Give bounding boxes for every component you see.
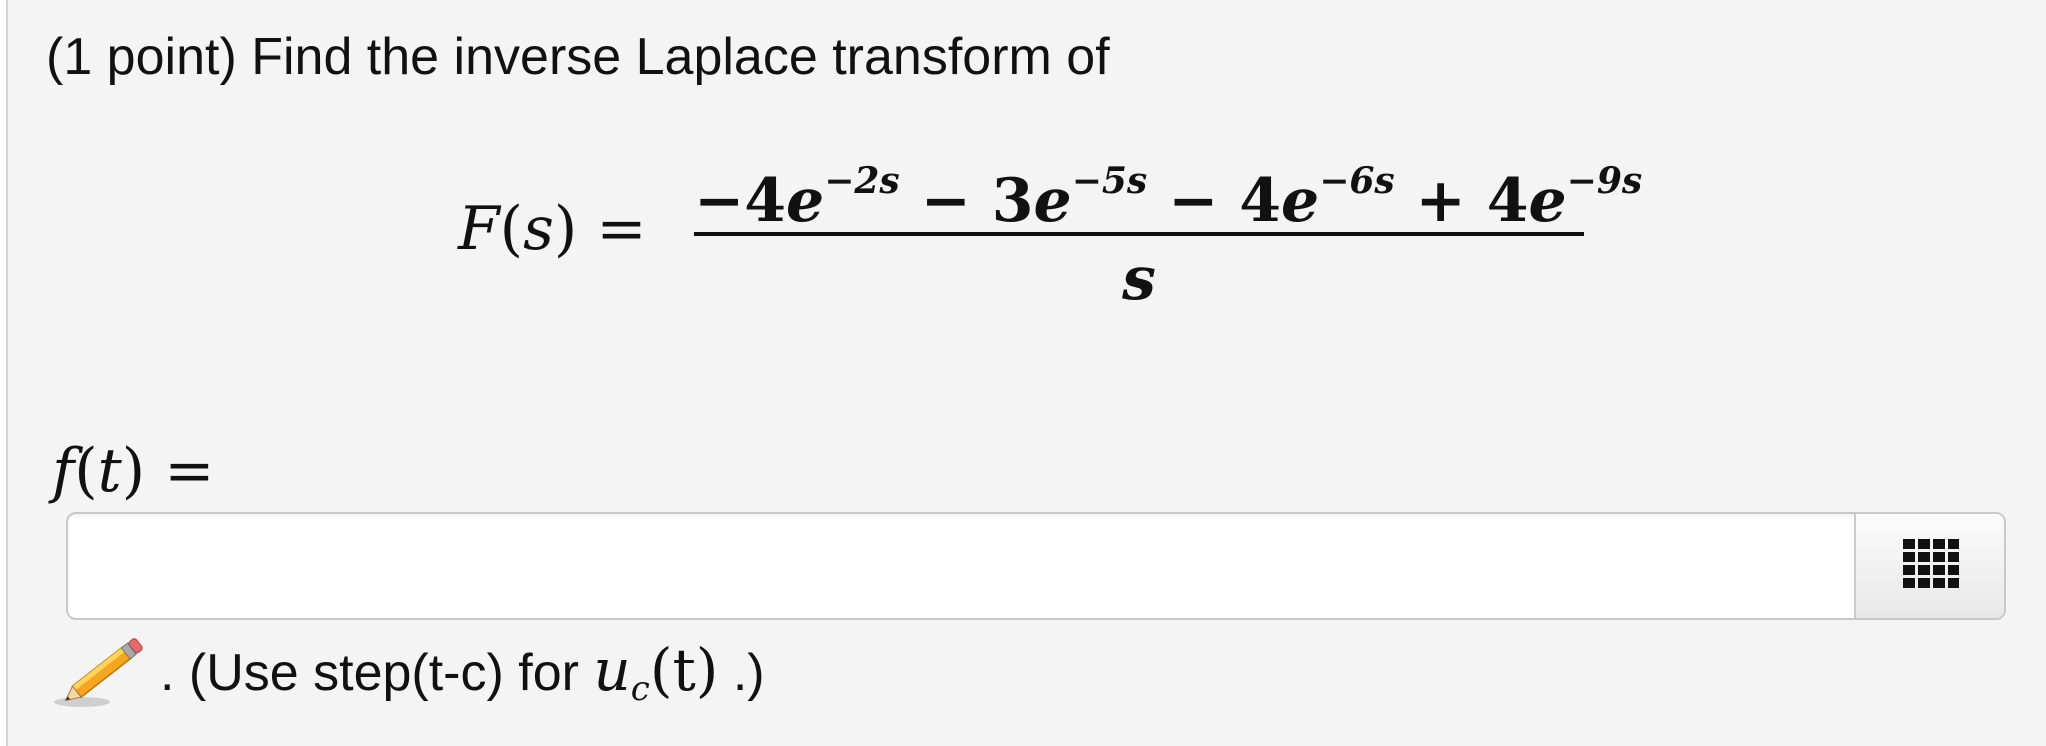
answer-function: f (52, 436, 75, 506)
answer-input[interactable] (76, 520, 1850, 614)
equation-lhs: F(s) = (458, 194, 647, 264)
numerator: −4e−2s − 3e−5s − 4e−6s + 4e−9s (694, 146, 1642, 236)
hint-suffix: .) (718, 644, 765, 702)
term-1: −4e−2s (694, 160, 900, 236)
problem-prompt: (1 point) Find the inverse Laplace trans… (46, 28, 1110, 86)
equation-palette-button[interactable] (1854, 514, 2004, 618)
hint-math: uc(t) (593, 636, 719, 709)
term-3: − 4e−6s (1147, 160, 1395, 236)
fraction-bar (694, 232, 1584, 236)
pencil-icon[interactable] (52, 632, 152, 712)
equation-palette-icon (1903, 539, 1959, 588)
hint-text: . (Use step(t-c) for uc(t) .) (160, 632, 765, 727)
answer-variable: t (97, 436, 122, 506)
term-4: + 4e−9s (1394, 160, 1643, 236)
lhs-variable: s (523, 194, 554, 264)
hint-prefix: . (Use step(t-c) for (160, 644, 594, 702)
equals-sign: = (596, 194, 647, 264)
answer-equals: = (164, 436, 215, 506)
problem-panel: (1 point) Find the inverse Laplace trans… (6, 0, 2046, 746)
answer-label: f(t) = (52, 436, 215, 506)
term-2: − 3e−5s (899, 160, 1148, 236)
answer-field (66, 512, 2006, 620)
lhs-function: F (458, 194, 500, 264)
denominator: s (1122, 244, 1156, 314)
